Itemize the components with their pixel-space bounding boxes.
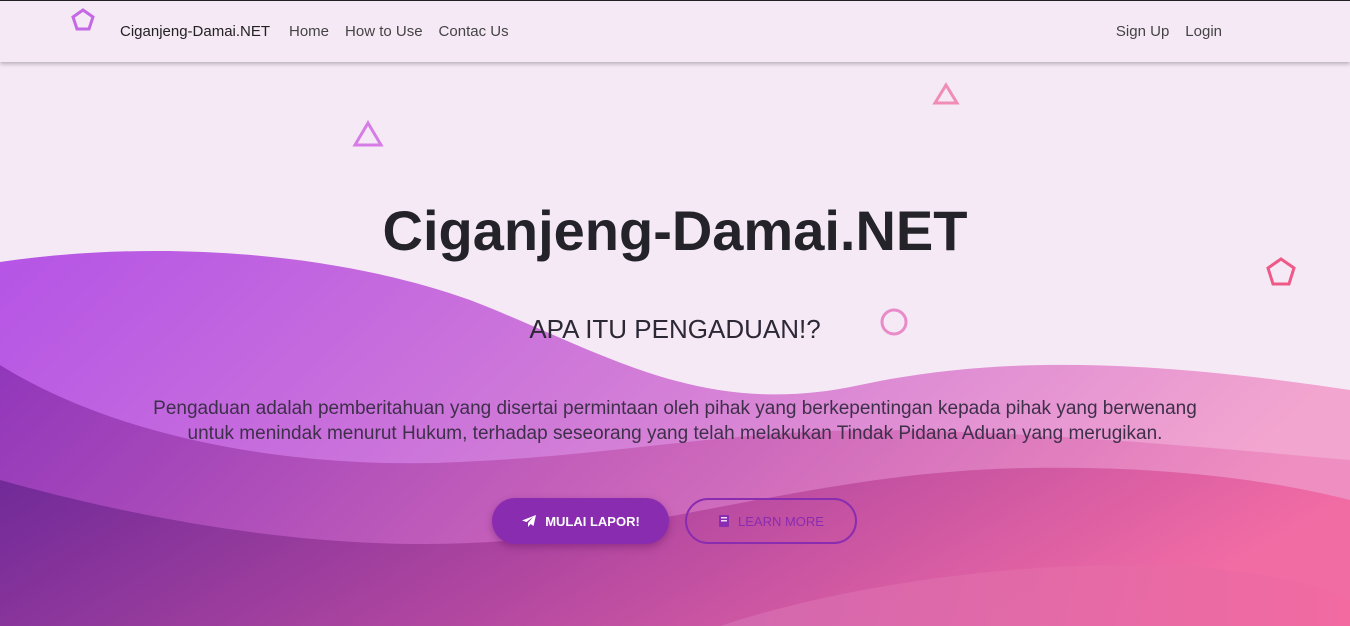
pentagon-logo-icon <box>71 8 95 31</box>
navbar: Ciganjeng-Damai.NET Home How to Use Cont… <box>0 0 1350 62</box>
learn-more-button[interactable]: LEARN MORE <box>685 498 857 544</box>
hero-description-line1: Pengaduan adalah pemberitahuan yang dise… <box>153 398 1197 419</box>
background-waves <box>0 250 1350 626</box>
hero-subtitle: APA ITU PENGADUAN!? <box>529 314 821 344</box>
triangle-decoration-icon <box>352 120 384 147</box>
nav-link-how-to-use[interactable]: How to Use <box>345 23 423 40</box>
hero-title: Ciganjeng-Damai.NET <box>382 199 968 262</box>
book-icon <box>719 515 730 527</box>
hero-description-line2: untuk menindak menurut Hukum, terhadap s… <box>187 423 1163 444</box>
nav-auth-links: Sign Up Login <box>1116 23 1222 40</box>
login-link[interactable]: Login <box>1185 23 1222 40</box>
nav-link-contact-us[interactable]: Contac Us <box>439 23 509 40</box>
brand-link[interactable]: Ciganjeng-Damai.NET <box>120 23 270 40</box>
triangle-decoration-icon <box>932 82 960 105</box>
sign-up-link[interactable]: Sign Up <box>1116 23 1169 40</box>
nav-link-home[interactable]: Home <box>289 23 329 40</box>
mulai-lapor-button[interactable]: MULAI LAPOR! <box>492 498 669 544</box>
mulai-lapor-label: MULAI LAPOR! <box>545 513 640 529</box>
learn-more-label: LEARN MORE <box>738 513 824 529</box>
hero-description: Pengaduan adalah pemberitahuan yang dise… <box>120 396 1230 446</box>
page: Ciganjeng-Damai.NET Home How to Use Cont… <box>0 0 1350 626</box>
nav-links: Home How to Use Contac Us <box>289 23 509 40</box>
paper-plane-icon <box>522 515 537 527</box>
